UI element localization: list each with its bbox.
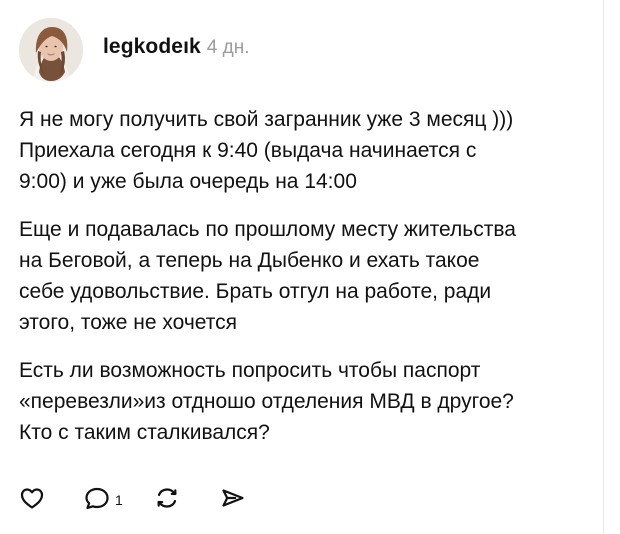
right-divider [603,0,604,534]
post-header: legkodeık 4 дн. [19,16,250,84]
username-suffix: ık [183,35,201,58]
share-icon [222,489,244,507]
username[interactable]: legkodeık [103,35,201,59]
share-button[interactable] [219,485,247,511]
social-post: legkodeık 4 дн. Я не могу получить свой … [0,0,620,534]
like-button[interactable] [19,486,45,510]
post-paragraph: Есть ли возможность попросить чтобы пасп… [19,359,514,444]
reply-count: 1 [115,492,123,508]
post-body: Я не могу получить свой загранник уже 3 … [19,104,604,465]
heart-icon [20,488,44,509]
avatar-image [19,18,83,82]
post-meta: legkodeık 4 дн. [103,35,250,59]
repost-icon [157,488,177,508]
username-main: legkode [103,35,184,58]
avatar[interactable] [19,18,83,82]
post-actions: 1 [19,480,247,516]
post-paragraph: Я не могу получить свой загранник уже 3 … [19,108,514,193]
reply-button[interactable]: 1 [83,485,123,511]
post-time: 4 дн. [206,37,250,58]
repost-button[interactable] [153,485,181,511]
post-paragraph: Еще и подавалась по прошлому месту жител… [19,218,516,334]
comment-icon [85,487,109,510]
